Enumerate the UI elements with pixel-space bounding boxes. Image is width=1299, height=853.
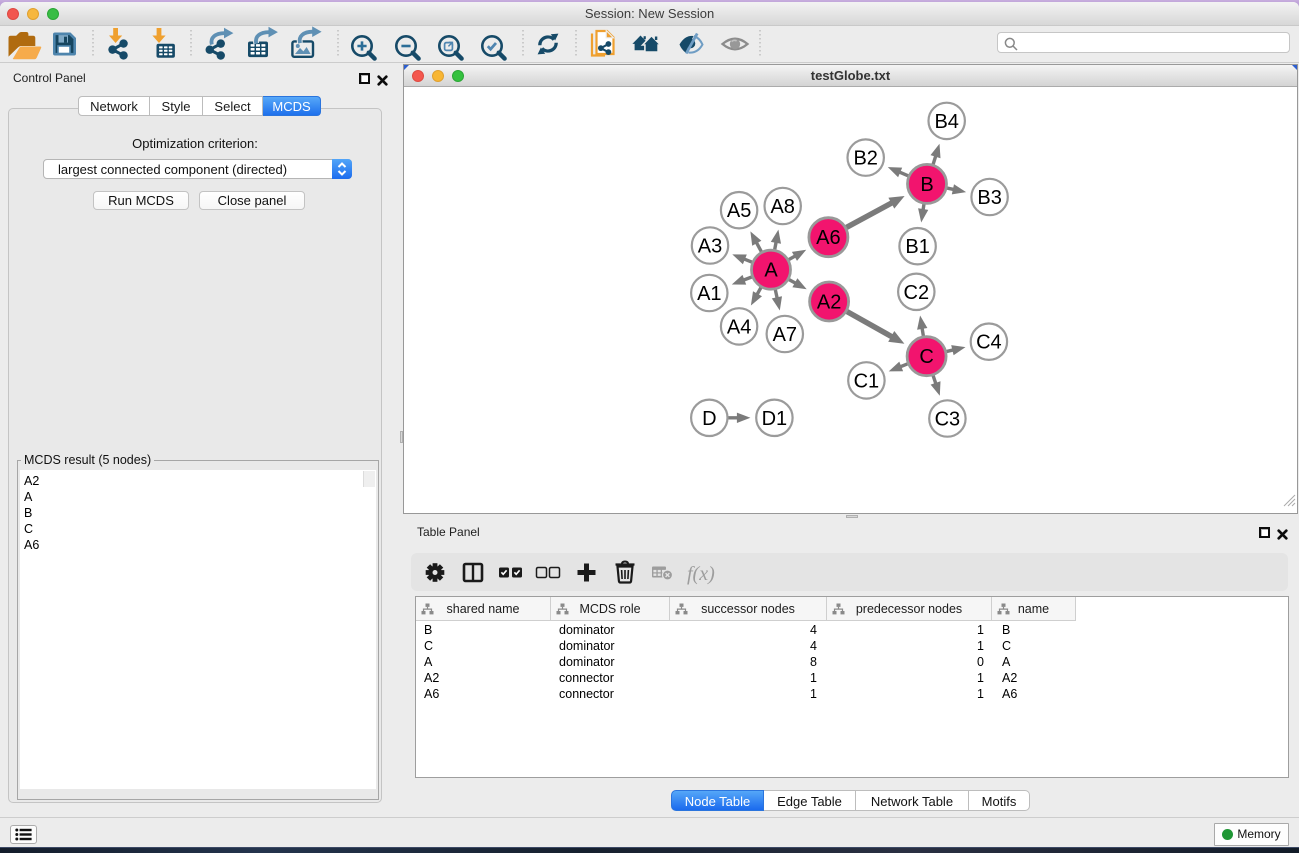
svg-text:C4: C4 (976, 332, 1002, 354)
svg-text:D1: D1 (762, 408, 788, 430)
svg-text:C1: C1 (854, 370, 880, 392)
svg-text:B4: B4 (934, 111, 958, 133)
svg-text:A: A (764, 260, 778, 282)
svg-text:B2: B2 (853, 148, 877, 170)
svg-text:A1: A1 (697, 283, 721, 305)
svg-text:C3: C3 (935, 409, 961, 431)
svg-text:D: D (702, 408, 716, 430)
svg-text:A3: A3 (698, 236, 722, 258)
svg-text:A7: A7 (773, 324, 797, 346)
svg-text:C: C (919, 346, 933, 368)
svg-text:A6: A6 (816, 227, 840, 249)
svg-text:A4: A4 (727, 316, 751, 338)
svg-text:A8: A8 (770, 196, 794, 218)
svg-text:A5: A5 (727, 200, 751, 222)
svg-text:B1: B1 (905, 236, 929, 258)
svg-text:A2: A2 (817, 292, 841, 314)
svg-text:f(x): f(x) (687, 563, 715, 585)
svg-text:C2: C2 (904, 282, 930, 304)
svg-text:B: B (920, 174, 933, 196)
svg-text:B3: B3 (977, 187, 1001, 209)
